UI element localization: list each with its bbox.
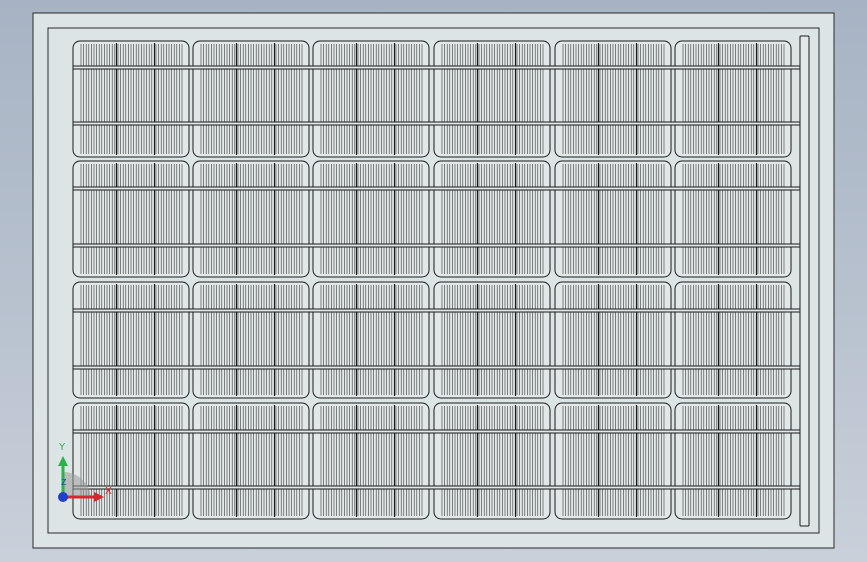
cad-viewport[interactable] — [0, 0, 867, 562]
busbar — [72, 121, 801, 126]
z-axis-dot — [58, 492, 68, 502]
junction-strip[interactable] — [799, 35, 810, 527]
solar-cell[interactable] — [312, 402, 430, 520]
busbar — [72, 308, 801, 313]
busbar — [72, 485, 801, 490]
solar-cell[interactable] — [312, 40, 430, 158]
solar-cell[interactable] — [72, 40, 190, 158]
busbar — [72, 429, 801, 434]
solar-cell[interactable] — [433, 281, 551, 399]
solar-cell[interactable] — [674, 402, 792, 520]
solar-cell[interactable] — [192, 402, 310, 520]
solar-cell[interactable] — [674, 160, 792, 278]
x-axis-arrowhead — [94, 492, 104, 502]
x-axis-label: X — [105, 486, 112, 497]
solar-cell[interactable] — [433, 160, 551, 278]
solar-cell[interactable] — [192, 40, 310, 158]
triad-arc — [63, 471, 91, 497]
solar-cell[interactable] — [554, 402, 672, 520]
busbar — [72, 365, 801, 370]
solar-cell[interactable] — [192, 281, 310, 399]
solar-cell[interactable] — [554, 160, 672, 278]
busbar — [72, 65, 801, 70]
y-axis-arrowhead — [58, 456, 68, 466]
solar-cell[interactable] — [72, 281, 190, 399]
solar-cell[interactable] — [433, 402, 551, 520]
solar-cell[interactable] — [674, 40, 792, 158]
busbar — [72, 243, 801, 248]
solar-cell[interactable] — [674, 281, 792, 399]
solar-cell[interactable] — [312, 281, 430, 399]
solar-cell[interactable] — [72, 160, 190, 278]
y-axis-label: Y — [59, 442, 66, 453]
solar-cell[interactable] — [554, 40, 672, 158]
z-axis-label: Z — [61, 478, 67, 487]
solar-cell[interactable] — [312, 160, 430, 278]
axis-triad: Y X Z — [50, 440, 120, 510]
solar-cell[interactable] — [433, 40, 551, 158]
solar-cell[interactable] — [192, 160, 310, 278]
solar-cell[interactable] — [554, 281, 672, 399]
busbar — [72, 186, 801, 191]
